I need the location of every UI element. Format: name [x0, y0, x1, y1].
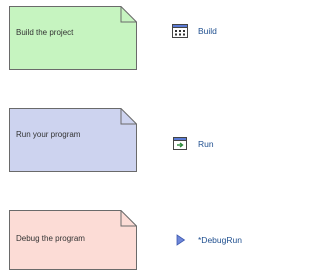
debugrun-link-label[interactable]: *DebugRun	[198, 235, 242, 245]
note-debug-text: Debug the program	[16, 234, 85, 243]
debugrun-link[interactable]: *DebugRun	[176, 233, 242, 247]
build-link[interactable]: Build	[172, 24, 217, 38]
build-script-icon	[172, 24, 188, 38]
note-run-shape	[9, 108, 137, 172]
note-run[interactable]: Run your program	[9, 108, 137, 172]
run-link[interactable]: Run	[172, 137, 214, 151]
note-build-text: Build the project	[16, 28, 74, 37]
play-triangle-icon	[176, 233, 186, 247]
run-link-label[interactable]: Run	[198, 139, 214, 149]
build-link-label[interactable]: Build	[198, 26, 217, 36]
note-run-text: Run your program	[16, 130, 81, 139]
note-build[interactable]: Build the project	[9, 6, 137, 70]
note-debug[interactable]: Debug the program	[9, 210, 137, 274]
note-build-shape	[9, 6, 137, 70]
run-window-icon	[172, 137, 188, 151]
